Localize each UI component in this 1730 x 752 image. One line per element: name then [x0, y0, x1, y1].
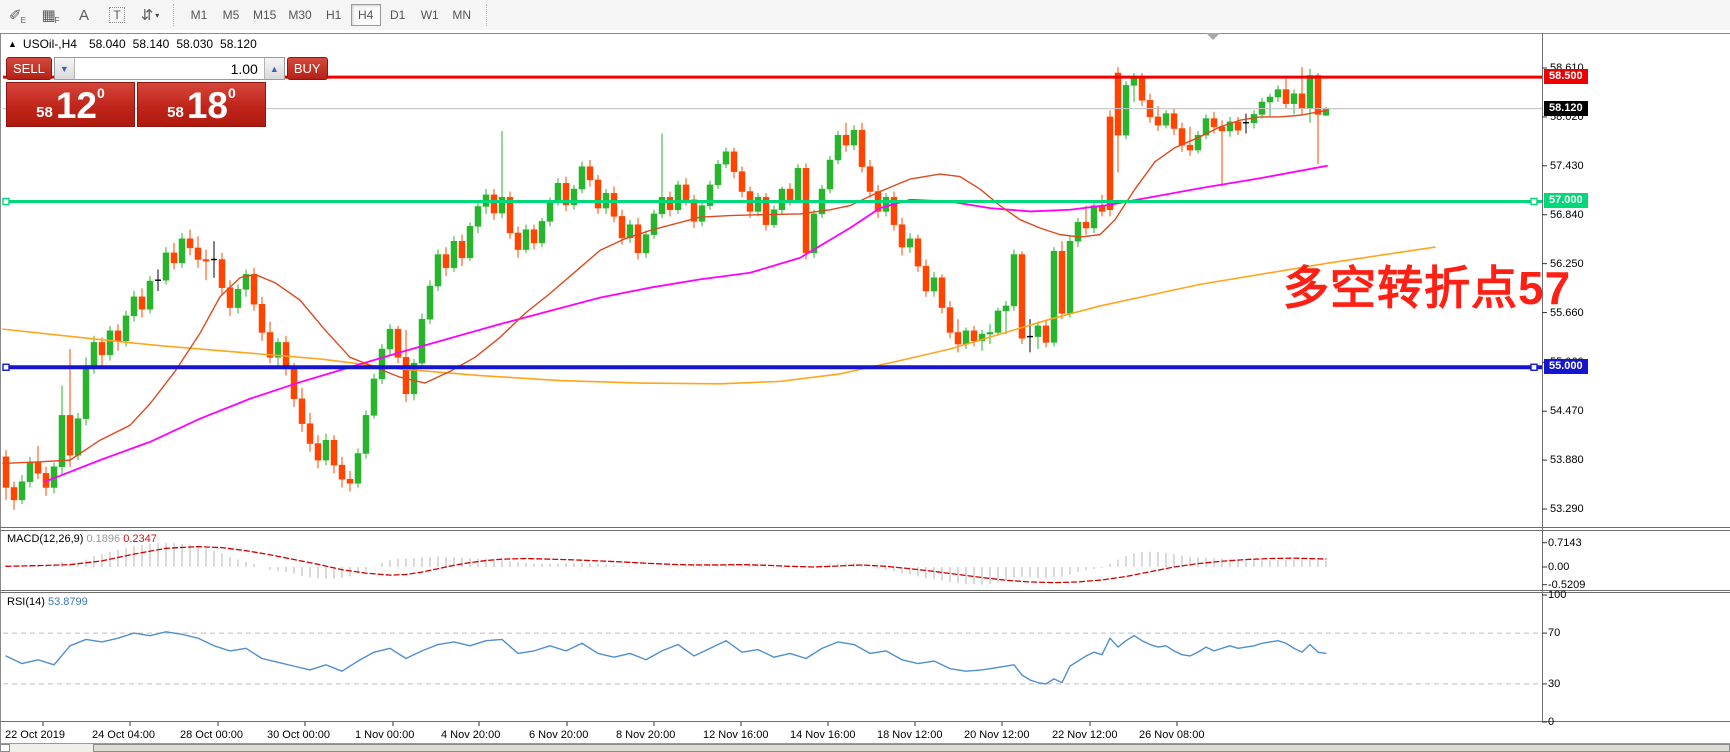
timeframe-button-m1[interactable]: M1: [184, 4, 214, 26]
time-axis-label: 28 Oct 00:00: [180, 729, 243, 741]
time-axis-label: 6 Nov 20:00: [529, 729, 588, 741]
toolbar: ✐E▦FAT⇵▾ M1M5M15M30H1H4D1W1MN: [0, 0, 1730, 31]
ask-price-point: 0: [228, 85, 236, 101]
rsi-axis-tick: 0: [1548, 716, 1554, 728]
open-value: 58.040: [89, 37, 126, 51]
chart-shift-marker-icon[interactable]: [1206, 33, 1220, 40]
price-axis-tick: 54.470: [1550, 405, 1584, 417]
timeframe-button-h4[interactable]: H4: [351, 4, 381, 26]
time-axis-label: 26 Nov 08:00: [1139, 729, 1204, 741]
toolbar-separator: [173, 4, 175, 26]
time-axis-label: 1 Nov 00:00: [355, 729, 414, 741]
price-level-label: 58.120: [1544, 101, 1588, 116]
timeframe-button-m15[interactable]: M15: [248, 4, 281, 26]
volume-increase-button[interactable]: ▲: [265, 58, 284, 79]
bid-price-major: 58: [36, 104, 53, 121]
low-value: 58.030: [176, 37, 213, 51]
collapse-panel-icon[interactable]: ▲: [8, 39, 17, 49]
macd-main-value: 0.1896: [86, 533, 120, 545]
timeframe-button-m30[interactable]: M30: [283, 4, 316, 26]
volume-input[interactable]: [74, 58, 265, 79]
time-axis-label: 24 Oct 04:00: [92, 729, 155, 741]
cycle-arrows-icon[interactable]: ⇵▾: [135, 3, 165, 27]
scrollbar-thumb[interactable]: [93, 744, 1730, 752]
price-level-label: 55.000: [1544, 359, 1588, 374]
ask-price-pips: 18: [187, 86, 228, 126]
buy-button[interactable]: BUY: [287, 57, 328, 80]
time-axis-label: 8 Nov 20:00: [616, 729, 675, 741]
time-axis-label: 12 Nov 16:00: [703, 729, 768, 741]
time-axis-label: 30 Oct 00:00: [267, 729, 330, 741]
time-axis-label: 4 Nov 20:00: [441, 729, 500, 741]
macd-signal-value: 0.2347: [123, 533, 157, 545]
chart-header: ▲ USOil-,H4 58.040 58.140 58.030 58.120: [8, 37, 264, 51]
price-axis-tick: 56.840: [1550, 209, 1584, 221]
horizontal-scrollbar[interactable]: [0, 744, 1730, 752]
toolbar-separator: [486, 4, 488, 26]
price-axis-tick: 57.430: [1550, 160, 1584, 172]
draw-tools-icon[interactable]: ✐E: [3, 3, 33, 27]
mt4-application: ✐E▦FAT⇵▾ M1M5M15M30H1H4D1W1MN ▲ USOil-,H…: [0, 0, 1730, 752]
macd-indicator-label: MACD(12,26,9) 0.1896 0.2347: [7, 533, 157, 545]
time-axis-label: 18 Nov 12:00: [877, 729, 942, 741]
rsi-axis-tick: 30: [1548, 678, 1560, 690]
price-axis-tick: 56.250: [1550, 258, 1584, 270]
time-axis-label: 14 Nov 16:00: [790, 729, 855, 741]
rsi-indicator-label: RSI(14) 53.8799: [7, 596, 88, 608]
rsi-axis-tick: 70: [1548, 627, 1560, 639]
ask-quote-button[interactable]: 58 18 0: [137, 82, 266, 127]
timeframe-button-w1[interactable]: W1: [415, 4, 445, 26]
bid-quote-button[interactable]: 58 12 0: [6, 82, 135, 127]
chart-window: ▲ USOil-,H4 58.040 58.140 58.030 58.120 …: [0, 30, 1730, 752]
sell-button[interactable]: SELL: [6, 57, 52, 80]
timeframe-button-h1[interactable]: H1: [319, 4, 349, 26]
price-axis-tick: 55.660: [1550, 307, 1584, 319]
ask-price-major: 58: [167, 104, 184, 121]
volume-decrease-button[interactable]: ▼: [55, 58, 74, 79]
timeframe-button-mn[interactable]: MN: [447, 4, 477, 26]
price-axis-tick: 53.290: [1550, 503, 1584, 515]
scrollbar-left-box[interactable]: [0, 744, 10, 752]
timeframe-button-d1[interactable]: D1: [383, 4, 413, 26]
symbol-period-label: USOil-,H4: [23, 37, 77, 51]
text-tool-icon[interactable]: T: [102, 3, 132, 27]
one-click-trading-panel: SELL ▼ ▲ BUY 58 12 0 58 18 0: [6, 57, 266, 127]
close-value: 58.120: [220, 37, 257, 51]
time-axis-label: 22 Oct 2019: [5, 729, 65, 741]
bid-price-point: 0: [97, 85, 105, 101]
macd-axis-tick: 0.7143: [1548, 537, 1582, 549]
time-axis-label: 22 Nov 12:00: [1052, 729, 1117, 741]
grid-icon[interactable]: ▦F: [36, 3, 66, 27]
bid-price-pips: 12: [56, 86, 97, 126]
price-level-label: 58.500: [1544, 69, 1588, 84]
high-value: 58.140: [133, 37, 170, 51]
volume-spinner: ▼ ▲: [54, 57, 285, 80]
rsi-axis-tick: 100: [1548, 589, 1566, 601]
timeframe-button-m5[interactable]: M5: [216, 4, 246, 26]
text-label-icon[interactable]: A: [69, 3, 99, 27]
price-level-label: 57.000: [1544, 193, 1588, 208]
chart-text-annotation: 多空转折点57: [1283, 252, 1571, 318]
chart-canvas[interactable]: [0, 30, 1730, 752]
time-axis-label: 20 Nov 12:00: [964, 729, 1029, 741]
macd-axis-tick: 0.00: [1548, 561, 1569, 573]
price-axis-tick: 53.880: [1550, 454, 1584, 466]
rsi-value: 53.8799: [48, 596, 88, 608]
